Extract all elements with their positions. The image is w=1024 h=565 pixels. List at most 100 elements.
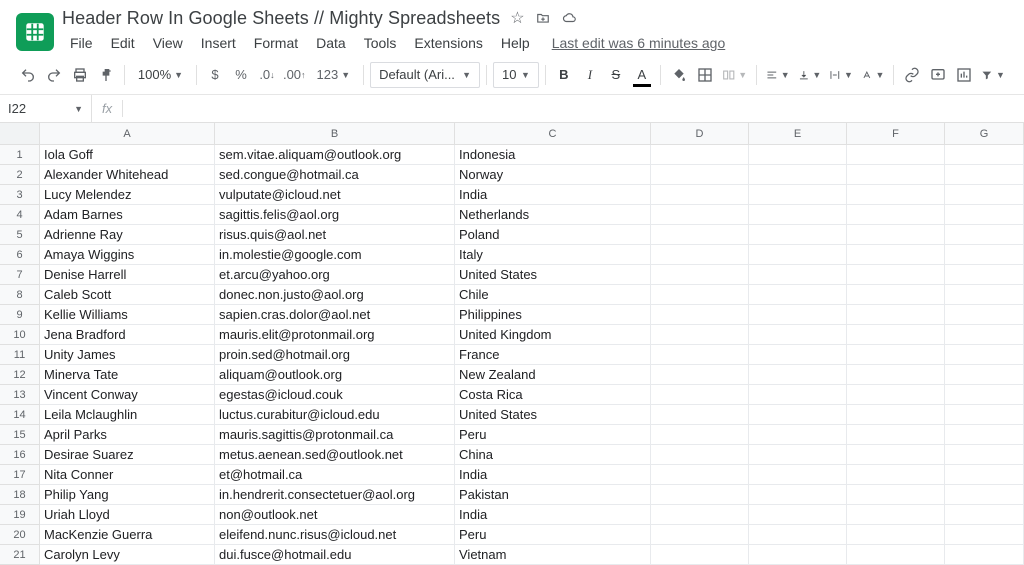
cell[interactable] xyxy=(651,225,749,245)
last-edit-link[interactable]: Last edit was 6 minutes ago xyxy=(552,35,726,51)
cell[interactable] xyxy=(651,185,749,205)
cell[interactable]: dui.fusce@hotmail.edu xyxy=(215,545,455,565)
cell[interactable] xyxy=(749,245,847,265)
cell[interactable] xyxy=(651,305,749,325)
text-rotation-icon[interactable]: ▼ xyxy=(858,62,888,88)
zoom-select[interactable]: 100%▼ xyxy=(131,62,190,88)
italic-button[interactable]: I xyxy=(578,62,602,88)
cell[interactable]: Vincent Conway xyxy=(40,385,215,405)
cell[interactable]: United States xyxy=(455,265,651,285)
cell[interactable]: India xyxy=(455,505,651,525)
cell[interactable] xyxy=(847,325,945,345)
cell[interactable] xyxy=(945,285,1024,305)
cell[interactable] xyxy=(945,325,1024,345)
sheets-logo-icon[interactable] xyxy=(16,13,54,51)
menu-data[interactable]: Data xyxy=(308,31,354,55)
redo-icon[interactable] xyxy=(42,62,66,88)
cell[interactable] xyxy=(847,365,945,385)
cell[interactable]: Netherlands xyxy=(455,205,651,225)
cell[interactable]: Philip Yang xyxy=(40,485,215,505)
cell[interactable] xyxy=(945,185,1024,205)
cell[interactable]: luctus.curabitur@icloud.edu xyxy=(215,405,455,425)
cell[interactable]: Unity James xyxy=(40,345,215,365)
column-header-G[interactable]: G xyxy=(945,123,1024,145)
cell[interactable] xyxy=(945,525,1024,545)
cell[interactable] xyxy=(651,485,749,505)
formula-input[interactable] xyxy=(123,95,1024,122)
cell[interactable] xyxy=(749,365,847,385)
cell[interactable] xyxy=(651,245,749,265)
cell[interactable]: Chile xyxy=(455,285,651,305)
cell[interactable]: risus.quis@aol.net xyxy=(215,225,455,245)
column-header-C[interactable]: C xyxy=(455,123,651,145)
cell[interactable] xyxy=(847,185,945,205)
row-header[interactable]: 21 xyxy=(0,545,40,565)
cell[interactable]: sed.congue@hotmail.ca xyxy=(215,165,455,185)
cell[interactable] xyxy=(945,365,1024,385)
cell[interactable] xyxy=(651,145,749,165)
name-box[interactable]: I22▼ xyxy=(0,95,92,122)
font-family-select[interactable]: Default (Ari...▼ xyxy=(370,62,480,88)
cell[interactable] xyxy=(749,385,847,405)
text-color-button[interactable]: A xyxy=(630,62,654,88)
decrease-decimal-button[interactable]: .0↓ xyxy=(255,62,279,88)
cell[interactable]: non@outlook.net xyxy=(215,505,455,525)
cell[interactable]: MacKenzie Guerra xyxy=(40,525,215,545)
cell[interactable] xyxy=(847,425,945,445)
row-header[interactable]: 16 xyxy=(0,445,40,465)
more-formats-button[interactable]: 123▼ xyxy=(310,62,358,88)
cell[interactable]: Uriah Lloyd xyxy=(40,505,215,525)
cell[interactable]: Pakistan xyxy=(455,485,651,505)
cell[interactable]: Minerva Tate xyxy=(40,365,215,385)
cell[interactable] xyxy=(749,205,847,225)
cell[interactable] xyxy=(749,545,847,565)
cell[interactable] xyxy=(945,225,1024,245)
text-wrap-icon[interactable]: ▼ xyxy=(826,62,856,88)
cell[interactable] xyxy=(749,465,847,485)
cell[interactable] xyxy=(945,165,1024,185)
row-header[interactable]: 15 xyxy=(0,425,40,445)
cell[interactable]: metus.aenean.sed@outlook.net xyxy=(215,445,455,465)
cell[interactable]: Amaya Wiggins xyxy=(40,245,215,265)
cell[interactable]: Kellie Williams xyxy=(40,305,215,325)
cell[interactable] xyxy=(945,345,1024,365)
cell[interactable]: United States xyxy=(455,405,651,425)
cell[interactable]: Poland xyxy=(455,225,651,245)
cell[interactable] xyxy=(847,265,945,285)
cell[interactable] xyxy=(847,545,945,565)
cell[interactable] xyxy=(749,145,847,165)
bold-button[interactable]: B xyxy=(552,62,576,88)
fill-color-icon[interactable] xyxy=(667,62,691,88)
cell[interactable] xyxy=(651,445,749,465)
cell[interactable]: et@hotmail.ca xyxy=(215,465,455,485)
row-header[interactable]: 18 xyxy=(0,485,40,505)
select-all-corner[interactable] xyxy=(0,123,40,145)
row-header[interactable]: 4 xyxy=(0,205,40,225)
cell[interactable] xyxy=(847,205,945,225)
cell[interactable] xyxy=(651,525,749,545)
column-header-F[interactable]: F xyxy=(847,123,945,145)
cell[interactable] xyxy=(749,325,847,345)
menu-help[interactable]: Help xyxy=(493,31,538,55)
cell[interactable]: Nita Conner xyxy=(40,465,215,485)
cell[interactable] xyxy=(945,245,1024,265)
cell[interactable] xyxy=(945,425,1024,445)
row-header[interactable]: 11 xyxy=(0,345,40,365)
menu-view[interactable]: View xyxy=(145,31,191,55)
cell[interactable]: sagittis.felis@aol.org xyxy=(215,205,455,225)
row-header[interactable]: 7 xyxy=(0,265,40,285)
cell[interactable] xyxy=(749,445,847,465)
cell[interactable] xyxy=(847,285,945,305)
cell[interactable] xyxy=(847,465,945,485)
row-header[interactable]: 14 xyxy=(0,405,40,425)
cell[interactable] xyxy=(749,405,847,425)
row-header[interactable]: 12 xyxy=(0,365,40,385)
row-header[interactable]: 8 xyxy=(0,285,40,305)
cell[interactable] xyxy=(749,285,847,305)
cell[interactable]: China xyxy=(455,445,651,465)
row-header[interactable]: 5 xyxy=(0,225,40,245)
row-header[interactable]: 20 xyxy=(0,525,40,545)
cell[interactable] xyxy=(651,265,749,285)
cell[interactable] xyxy=(847,345,945,365)
cell[interactable]: et.arcu@yahoo.org xyxy=(215,265,455,285)
